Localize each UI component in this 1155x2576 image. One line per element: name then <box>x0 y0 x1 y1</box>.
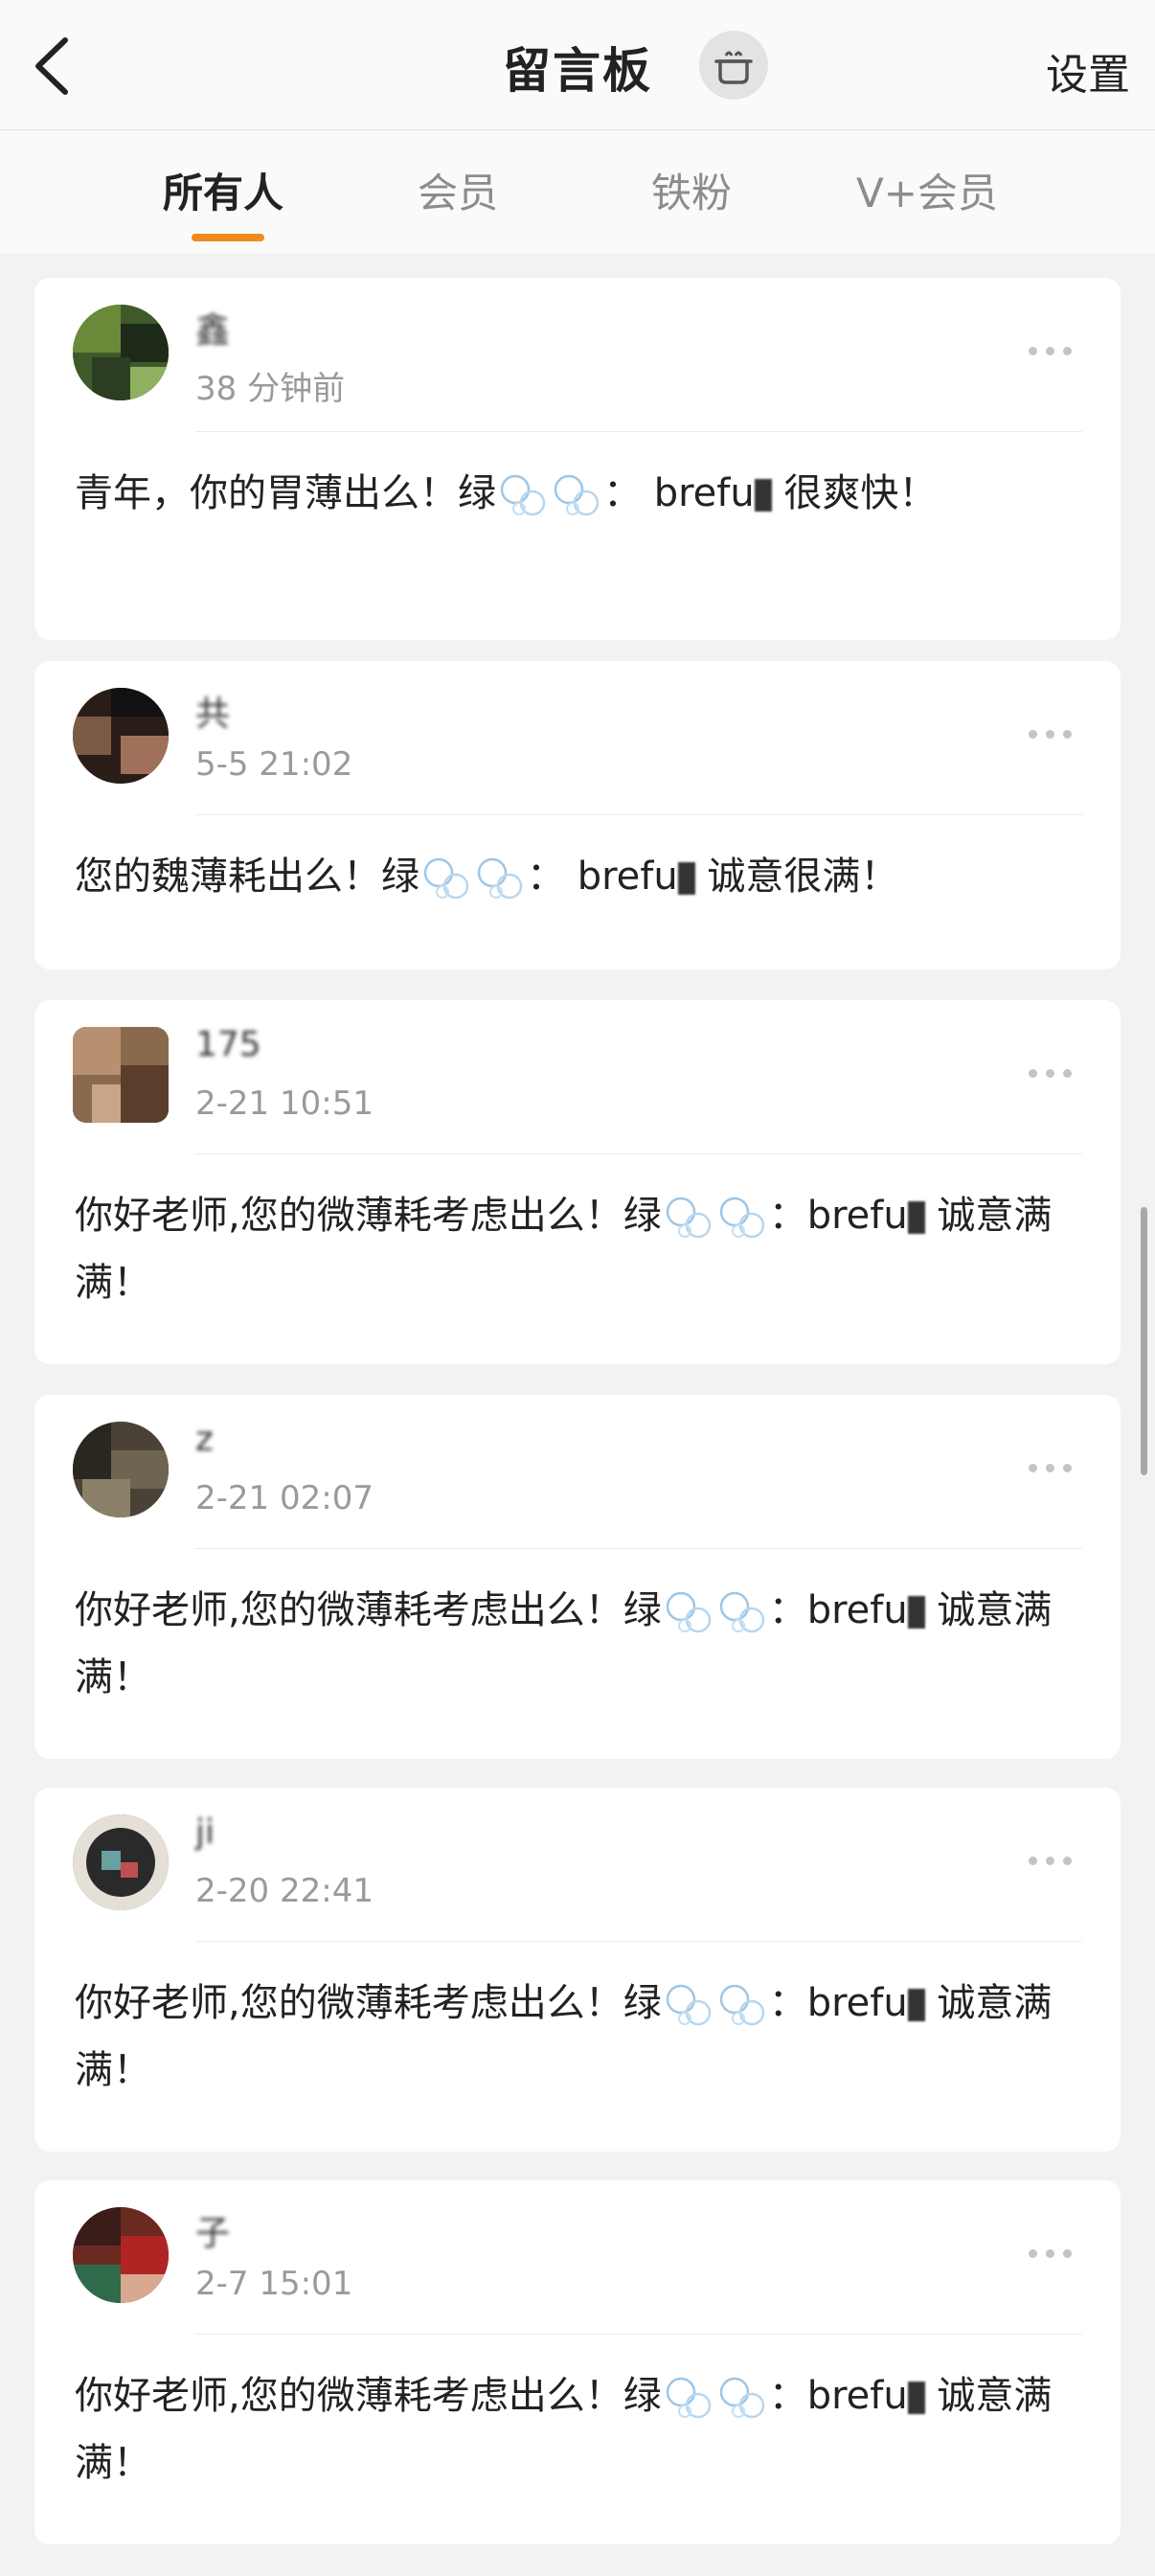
message-card: 鑫 38 分钟前 青年，你的胃薄出么！绿： brefu 很爽快！ <box>34 278 1121 640</box>
message-text: 青年，你的胃薄出么！绿： brefu 很爽快！ <box>75 460 1071 527</box>
message-text: 你好老师,您的微薄耗考虑出么！绿 ：brefu 诚意满满！ <box>75 1980 1053 2092</box>
avatar[interactable] <box>73 1027 169 1123</box>
post-time: 5-5 21:02 <box>195 745 353 784</box>
bubble-emoji-icon <box>715 2373 769 2423</box>
top-bar: 留言板 设置 <box>0 0 1155 130</box>
bubble-emoji-icon <box>496 470 550 520</box>
more-options-icon[interactable] <box>1029 1063 1082 1079</box>
post-time: 2-7 15:01 <box>195 2265 353 2303</box>
tab-bar: 所有人 会员 铁粉 V+会员 <box>0 130 1155 253</box>
bubble-emoji-icon <box>662 1587 715 1637</box>
tab-members[interactable]: 会员 <box>418 161 498 219</box>
bubble-emoji-icon <box>715 1193 769 1242</box>
cooking-pot-icon[interactable] <box>699 31 768 100</box>
avatar[interactable] <box>73 305 169 400</box>
page-title: 留言板 <box>503 43 652 99</box>
redacted-block <box>907 1596 925 1629</box>
more-options-icon[interactable] <box>1029 2244 1082 2259</box>
redacted-block <box>907 1989 925 2021</box>
divider <box>195 431 1082 432</box>
avatar[interactable] <box>73 1814 169 1910</box>
divider <box>195 2334 1082 2335</box>
bubble-emoji-icon <box>662 1980 715 2030</box>
username[interactable]: 鑫 <box>195 303 230 353</box>
bubble-emoji-icon <box>662 2373 715 2423</box>
message-card: z 2-21 02:07 你好老师,您的微薄耗考虑出么！绿 ：brefu 诚意满满… <box>34 1395 1121 1759</box>
message-card: 175 2-21 10:51 你好老师,您的微薄耗考虑出么！绿 ：brefu 诚意… <box>34 1000 1121 1364</box>
username[interactable]: 子 <box>195 2205 230 2255</box>
message-text: 你好老师,您的微薄耗考虑出么！绿 ：brefu 诚意满满！ <box>75 1193 1053 1305</box>
more-options-icon[interactable] <box>1029 1851 1082 1866</box>
message-text: 你好老师,您的微薄耗考虑出么！绿 ：brefu 诚意满满！ <box>75 1587 1053 1699</box>
redacted-block <box>907 1201 925 1234</box>
more-options-icon[interactable] <box>1029 341 1082 356</box>
post-time: 2-20 22:41 <box>195 1872 374 1910</box>
avatar[interactable] <box>73 1422 169 1517</box>
divider <box>195 1153 1082 1154</box>
bubble-emoji-icon <box>715 1587 769 1637</box>
message-text: 你好老师,您的微薄耗考虑出么！绿 ：brefu 诚意满满！ <box>75 2373 1053 2485</box>
bubble-emoji-icon <box>419 854 473 903</box>
redacted-block <box>677 862 695 895</box>
post-time: 38 分钟前 <box>195 370 346 408</box>
username[interactable]: 共 <box>195 686 230 736</box>
tab-fans[interactable]: 铁粉 <box>651 161 732 219</box>
active-tab-indicator <box>192 234 264 241</box>
username[interactable]: z <box>195 1420 214 1459</box>
redacted-block <box>907 2382 925 2414</box>
tab-all[interactable]: 所有人 <box>163 161 283 219</box>
message-card: 共 5-5 21:02 您的魏薄耗出么！绿： brefu 诚意很满！ <box>34 661 1121 969</box>
bubble-emoji-icon <box>473 854 527 903</box>
settings-button[interactable]: 设置 <box>1046 40 1130 102</box>
redacted-block <box>754 479 772 512</box>
bubble-emoji-icon <box>550 470 603 520</box>
post-time: 2-21 02:07 <box>195 1479 374 1517</box>
divider <box>195 814 1082 815</box>
divider <box>195 1941 1082 1942</box>
tab-vplus-members[interactable]: V+会员 <box>856 161 998 219</box>
bubble-emoji-icon <box>715 1980 769 2030</box>
message-text: 您的魏薄耗出么！绿： brefu 诚意很满！ <box>75 843 1071 910</box>
more-options-icon[interactable] <box>1029 1458 1082 1473</box>
scrollbar[interactable] <box>1141 1207 1147 1475</box>
message-card: ji 2-20 22:41 你好老师,您的微薄耗考虑出么！绿 ：brefu 诚意满… <box>34 1788 1121 2152</box>
message-card: 子 2-7 15:01 你好老师,您的微薄耗考虑出么！绿 ：brefu 诚意满满！ <box>34 2180 1121 2544</box>
avatar[interactable] <box>73 2207 169 2303</box>
avatar[interactable] <box>73 688 169 784</box>
bubble-emoji-icon <box>662 1193 715 1242</box>
divider <box>195 1548 1082 1549</box>
username[interactable]: ji <box>195 1812 215 1852</box>
more-options-icon[interactable] <box>1029 724 1082 740</box>
post-time: 2-21 10:51 <box>195 1084 374 1123</box>
username[interactable]: 175 <box>195 1025 261 1064</box>
